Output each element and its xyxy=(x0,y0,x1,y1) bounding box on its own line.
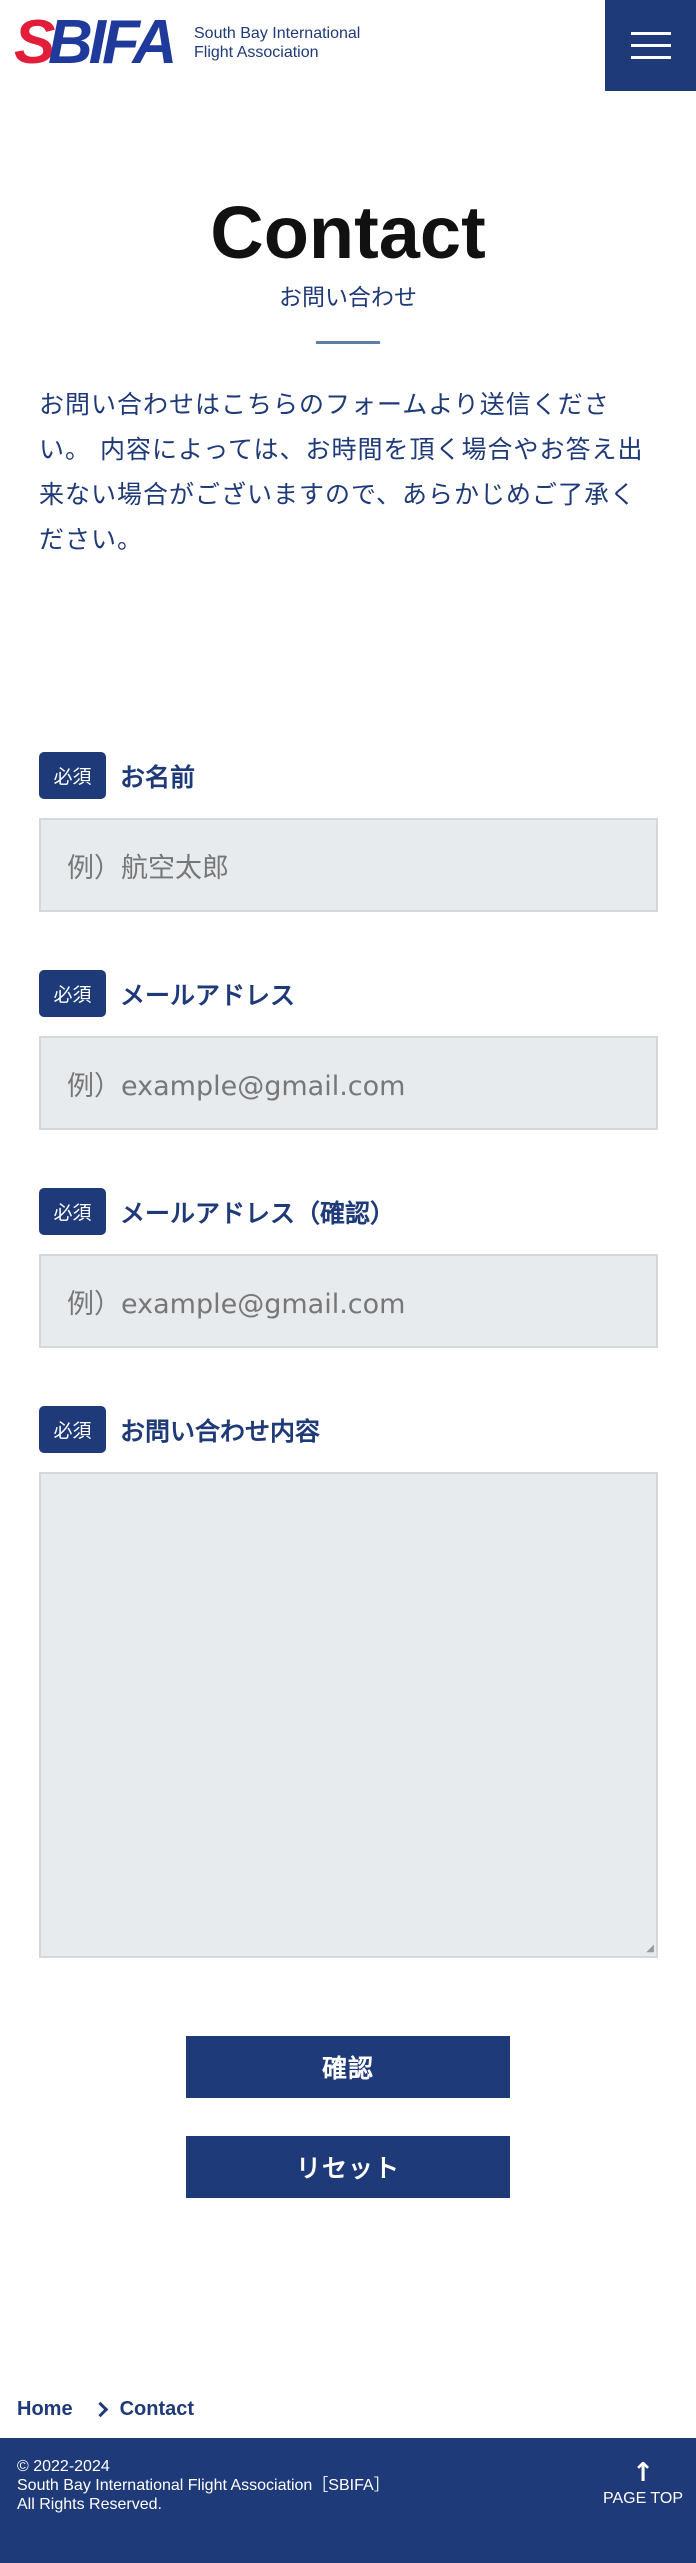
site-logo[interactable]: S BIFA South Bay International Flight As… xyxy=(14,8,360,77)
site-footer: © 2022-2024 South Bay International Flig… xyxy=(0,2438,696,2563)
page-top-label: PAGE TOP xyxy=(602,2490,684,2507)
required-badge: 必須 xyxy=(39,752,106,799)
site-header: S BIFA South Bay International Flight As… xyxy=(0,0,696,91)
reset-button[interactable]: リセット xyxy=(186,2136,510,2198)
copyright-years: © 2022-2024 xyxy=(17,2458,110,2475)
name-input[interactable]: 例）航空太郎 xyxy=(39,818,658,912)
confirm-button[interactable]: 確認 xyxy=(186,2036,510,2098)
sbifa-logo-mark: S BIFA xyxy=(14,8,177,77)
email-field-label: 必須 メールアドレス xyxy=(39,970,295,1017)
hamburger-icon xyxy=(630,56,671,59)
chevron-right-icon xyxy=(92,2401,108,2418)
copyright-rights: All Rights Reserved. xyxy=(17,2496,162,2513)
logo-mark-s: S xyxy=(14,8,55,77)
email-confirm-input[interactable]: 例）example@gmail.com xyxy=(39,1254,658,1348)
page-title: Contact xyxy=(210,191,486,274)
logo-text-line2: Flight Association xyxy=(194,44,319,61)
email-label: メールアドレス xyxy=(120,980,296,1010)
name-field-label: 必須 お名前 xyxy=(39,752,195,799)
logo-mark-bifa: BIFA xyxy=(48,8,177,77)
copyright: © 2022-2024 South Bay International Flig… xyxy=(17,2457,390,2514)
required-badge: 必須 xyxy=(39,1406,106,1453)
title-divider xyxy=(316,341,380,344)
breadcrumb-home-link[interactable]: Home xyxy=(17,2398,73,2421)
hamburger-icon xyxy=(630,32,671,35)
required-badge: 必須 xyxy=(39,970,106,1017)
arrow-up-icon: ↑ xyxy=(632,2458,654,2488)
breadcrumb-current: Contact xyxy=(119,2398,195,2420)
logo-text: South Bay International Flight Associati… xyxy=(194,24,360,62)
message-field-label: 必須 お問い合わせ内容 xyxy=(39,1406,320,1453)
resize-handle-icon[interactable]: ◢ xyxy=(646,1944,654,1954)
message-textarea[interactable]: ◢ xyxy=(39,1472,658,1958)
email-input[interactable]: 例）example@gmail.com xyxy=(39,1036,658,1130)
email-confirm-label: メールアドレス（確認） xyxy=(120,1198,396,1228)
page-top-button[interactable]: ↑ PAGE TOP xyxy=(598,2460,688,2508)
email-confirm-field-label: 必須 メールアドレス（確認） xyxy=(39,1188,395,1235)
intro-text: お問い合わせはこちらのフォームより送信くださ い。 内容によっては、お時間を頂く… xyxy=(39,390,644,554)
message-label: お問い合わせ内容 xyxy=(120,1416,321,1446)
name-label: お名前 xyxy=(120,762,196,792)
logo-text-line1: South Bay International xyxy=(194,25,361,42)
page-subtitle: お問い合わせ xyxy=(279,285,417,311)
hamburger-icon xyxy=(630,44,671,47)
hamburger-menu-button[interactable] xyxy=(605,0,696,91)
breadcrumb: Home Contact xyxy=(17,2398,194,2421)
copyright-org: South Bay International Flight Associati… xyxy=(17,2477,390,2494)
required-badge: 必須 xyxy=(39,1188,106,1235)
